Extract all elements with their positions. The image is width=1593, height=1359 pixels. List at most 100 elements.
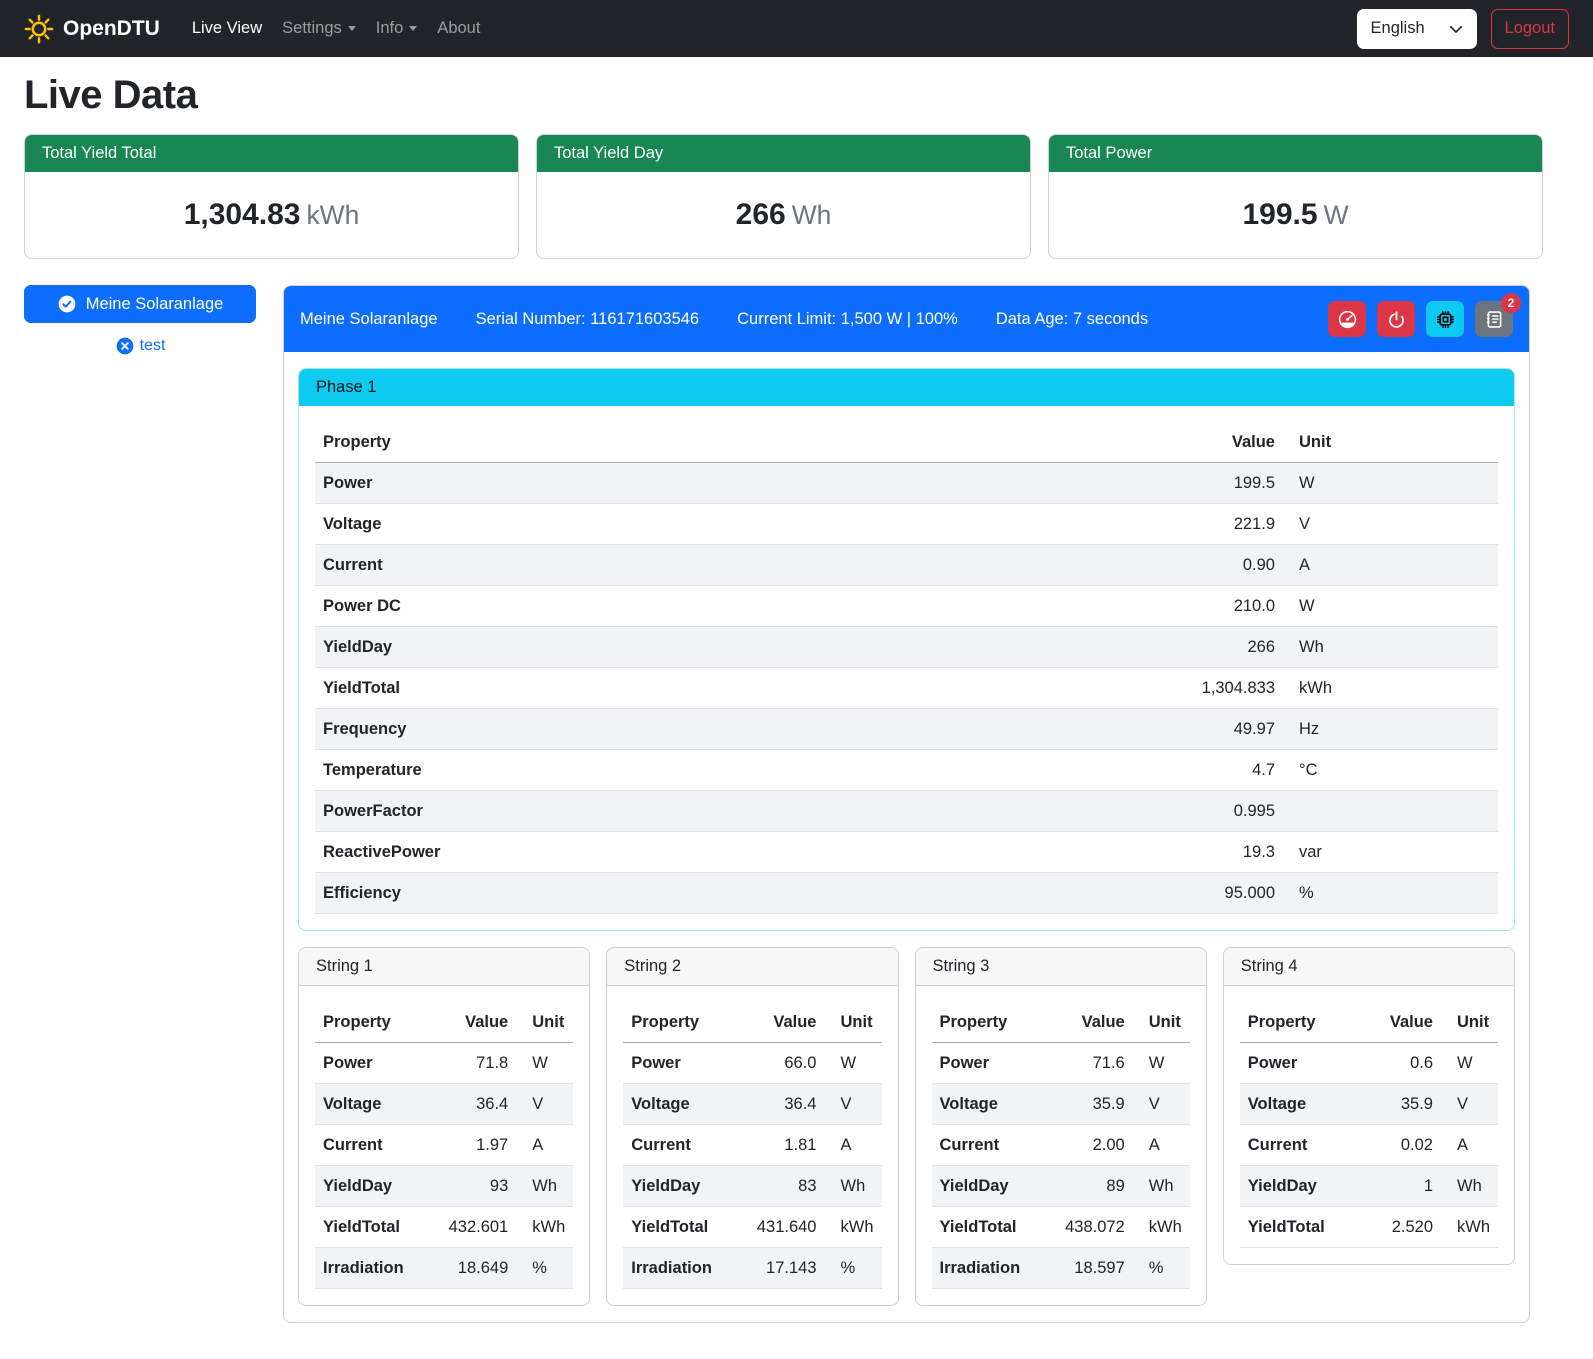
card-title: Total Yield Total — [25, 135, 518, 172]
value-cell: 95.000 — [1163, 873, 1283, 914]
string-2-table: Property Value Unit Power66.0WVoltage36.… — [623, 1002, 881, 1289]
unit-cell: Wh — [1441, 1166, 1498, 1207]
value-cell: 210.0 — [1163, 586, 1283, 627]
string-card-body: Property Value Unit Power66.0WVoltage36.… — [607, 986, 897, 1305]
property-cell: Power — [932, 1043, 1041, 1084]
value-cell: 93 — [424, 1166, 516, 1207]
language-select-value: English — [1371, 19, 1425, 38]
property-cell: Current — [315, 545, 1163, 586]
event-log-button[interactable]: 2 — [1475, 301, 1513, 337]
unit-cell: Hz — [1283, 709, 1498, 750]
table-row: YieldDay1Wh — [1240, 1166, 1498, 1207]
column-header-value: Value — [1041, 1002, 1133, 1043]
table-header-row: Property Value Unit — [315, 422, 1498, 463]
nav-item-settings[interactable]: Settings — [272, 11, 366, 46]
unit-cell: kWh — [1441, 1207, 1498, 1248]
card-unit: kWh — [306, 200, 359, 230]
nav-item-live-view[interactable]: Live View — [182, 11, 272, 46]
table-row: Power199.5W — [315, 463, 1498, 504]
value-cell: 66.0 — [733, 1043, 825, 1084]
property-cell: YieldTotal — [623, 1207, 732, 1248]
column-header-value: Value — [1349, 1002, 1441, 1043]
property-cell: Voltage — [315, 1084, 424, 1125]
inverter-select-button[interactable]: Meine Solaranlage — [24, 285, 256, 323]
table-row: YieldTotal2.520kWh — [1240, 1207, 1498, 1248]
property-cell: YieldTotal — [932, 1207, 1041, 1248]
value-cell: 221.9 — [1163, 504, 1283, 545]
column-header-property: Property — [932, 1002, 1041, 1043]
card-value-block: 1,304.83kWh — [25, 172, 518, 258]
unit-cell: % — [516, 1248, 573, 1289]
inverter-actions: 2 — [1328, 301, 1513, 337]
page-title: Live Data — [24, 73, 1569, 118]
inverter-toggle-test[interactable]: test — [24, 336, 256, 356]
value-cell: 199.5 — [1163, 463, 1283, 504]
string-2-card: String 2 Property Value Unit — [606, 947, 898, 1306]
navbar: OpenDTU Live View Settings Info About En… — [0, 0, 1593, 57]
unit-cell: V — [1283, 504, 1498, 545]
property-cell: Power — [623, 1043, 732, 1084]
page-content: Live Data Total Yield Total 1,304.83kWh … — [0, 73, 1593, 1352]
unit-cell: kWh — [516, 1207, 573, 1248]
inverter-selector-sidebar: Meine Solaranlage test — [24, 285, 256, 356]
column-header-property: Property — [623, 1002, 732, 1043]
property-cell: YieldDay — [623, 1166, 732, 1207]
value-cell: 89 — [1041, 1166, 1133, 1207]
speedometer-icon — [1337, 309, 1358, 330]
value-cell: 1 — [1349, 1166, 1441, 1207]
value-cell: 18.597 — [1041, 1248, 1133, 1289]
unit-cell — [1283, 791, 1498, 832]
total-yield-day-card: Total Yield Day 266Wh — [536, 134, 1031, 259]
value-cell: 19.3 — [1163, 832, 1283, 873]
property-cell: Current — [1240, 1125, 1349, 1166]
card-unit: Wh — [792, 200, 832, 230]
unit-cell: W — [1133, 1043, 1190, 1084]
table-row: Voltage35.9V — [1240, 1084, 1498, 1125]
property-cell: YieldTotal — [315, 1207, 424, 1248]
property-cell: PowerFactor — [315, 791, 1163, 832]
nav-item-info[interactable]: Info — [366, 11, 428, 46]
limit-settings-button[interactable] — [1328, 301, 1366, 337]
journal-text-icon — [1484, 309, 1505, 330]
inverter-info-button[interactable] — [1426, 301, 1464, 337]
table-row: YieldTotal431.640kWh — [623, 1207, 881, 1248]
property-cell: Frequency — [315, 709, 1163, 750]
table-row: Power66.0W — [623, 1043, 881, 1084]
serial-number: Serial Number: 116171603546 — [476, 310, 700, 329]
string-card-body: Property Value Unit Power71.8WVoltage36.… — [299, 986, 589, 1305]
nav-item-about[interactable]: About — [427, 11, 490, 46]
logout-button[interactable]: Logout — [1491, 9, 1569, 49]
table-row: Irradiation18.597% — [932, 1248, 1190, 1289]
property-cell: Power — [315, 463, 1163, 504]
property-cell: YieldDay — [932, 1166, 1041, 1207]
chevron-down-icon — [348, 26, 356, 31]
unit-cell: Wh — [1283, 627, 1498, 668]
table-row: Voltage36.4V — [623, 1084, 881, 1125]
property-cell: ReactivePower — [315, 832, 1163, 873]
card-value-block: 266Wh — [537, 172, 1030, 258]
string-1-card: String 1 Property Value Unit — [298, 947, 590, 1306]
unit-cell: W — [825, 1043, 882, 1084]
table-row: YieldDay266Wh — [315, 627, 1498, 668]
value-cell: 1.81 — [733, 1125, 825, 1166]
unit-cell: W — [1283, 586, 1498, 627]
unit-cell: % — [825, 1248, 882, 1289]
unit-cell: Wh — [825, 1166, 882, 1207]
inverter-card-body: Phase 1 Property Value Unit Power199.5WV… — [284, 352, 1529, 1322]
unit-cell: kWh — [1133, 1207, 1190, 1248]
language-select[interactable]: English — [1357, 9, 1477, 49]
value-cell: 83 — [733, 1166, 825, 1207]
power-toggle-button[interactable] — [1377, 301, 1415, 337]
current-limit: Current Limit: 1,500 W | 100% — [737, 310, 958, 329]
brand[interactable]: OpenDTU — [24, 14, 160, 44]
value-cell: 2.520 — [1349, 1207, 1441, 1248]
string-1-table: Property Value Unit Power71.8WVoltage36.… — [315, 1002, 573, 1289]
chevron-down-icon — [409, 26, 417, 31]
unit-cell: A — [825, 1125, 882, 1166]
property-cell: Power DC — [315, 586, 1163, 627]
column-header-property: Property — [1240, 1002, 1349, 1043]
value-cell: 17.143 — [733, 1248, 825, 1289]
string-3-table: Property Value Unit Power71.6WVoltage35.… — [932, 1002, 1190, 1289]
table-row: Power0.6W — [1240, 1043, 1498, 1084]
value-cell: 71.6 — [1041, 1043, 1133, 1084]
